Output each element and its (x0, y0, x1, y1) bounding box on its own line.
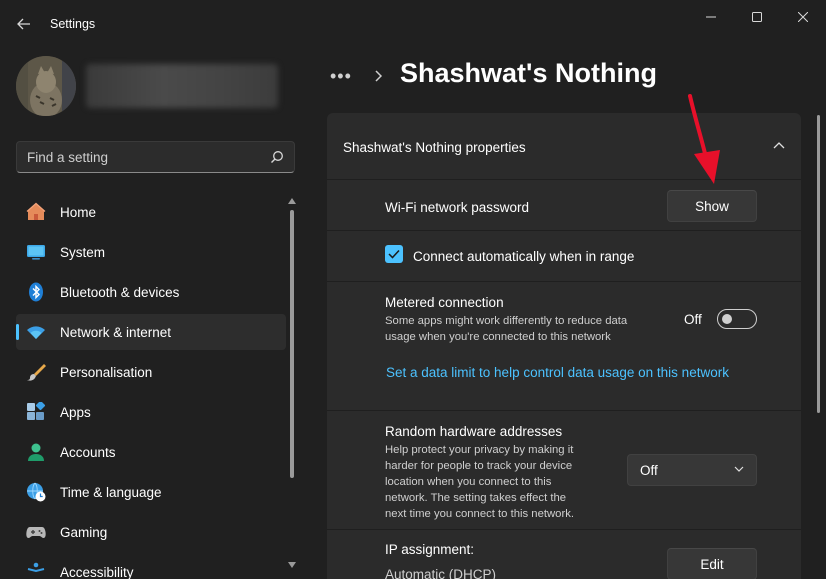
random-hardware-desc-4: network. The setting takes effect the (385, 492, 567, 504)
sidebar-item-label: Personalisation (60, 365, 153, 380)
sidebar-item-label: Apps (60, 405, 91, 420)
chevron-down-icon (734, 466, 744, 472)
profile-name-redacted (86, 64, 278, 108)
metered-connection-desc-1: Some apps might work differently to redu… (385, 315, 628, 327)
network-properties-panel: Shashwat's Nothing properties Wi-Fi netw… (327, 113, 801, 579)
sidebar-item-network[interactable]: Network & internet (16, 314, 286, 350)
bluetooth-icon (29, 282, 43, 302)
avatar-picture-icon (16, 56, 76, 116)
sidebar-item-accessibility[interactable]: Accessibility (16, 554, 286, 579)
accessibility-icon (27, 562, 45, 573)
sidebar-item-accounts[interactable]: Accounts (16, 434, 286, 470)
metered-connection-row: Metered connection Some apps might work … (327, 283, 801, 411)
minimize-button[interactable] (688, 6, 734, 28)
brush-icon (27, 364, 46, 381)
properties-section-title: Shashwat's Nothing properties (343, 140, 526, 155)
metered-connection-desc-2: usage when you're connected to this netw… (385, 331, 611, 343)
random-hardware-addresses-row: Random hardware addresses Help protect y… (327, 412, 801, 530)
random-hardware-desc-1: Help protect your privacy by making it (385, 444, 574, 456)
close-icon (798, 12, 808, 22)
home-icon (26, 202, 46, 220)
wifi-password-label: Wi-Fi network password (385, 200, 530, 215)
maximize-button[interactable] (734, 6, 780, 28)
data-limit-link[interactable]: Set a data limit to help control data us… (386, 365, 729, 380)
show-password-button[interactable]: Show (667, 190, 757, 222)
metered-connection-toggle[interactable] (717, 309, 757, 329)
annotation-arrow-icon (688, 94, 720, 184)
globe-clock-icon (27, 482, 46, 502)
random-hardware-desc-5: next time you connect to this network. (385, 508, 575, 520)
chevron-right-icon (375, 70, 383, 82)
sidebar-item-label: Home (60, 205, 97, 220)
sidebar-item-label: Time & language (60, 485, 162, 500)
random-hardware-selected: Off (640, 463, 658, 478)
ip-assignment-value: Automatic (DHCP) (385, 567, 497, 579)
sidebar-item-apps[interactable]: Apps (16, 394, 286, 430)
sidebar-item-label: Network & internet (60, 325, 172, 340)
sidebar-nav: Home System Bluetooth & devices Network … (16, 194, 286, 579)
connect-automatically-row: Connect automatically when in range (327, 232, 801, 282)
sidebar-item-bluetooth[interactable]: Bluetooth & devices (16, 274, 286, 310)
search-input[interactable]: Find a setting (27, 150, 108, 165)
random-hardware-desc-3: location when you connect to this (385, 476, 552, 488)
chevron-up-icon[interactable] (773, 141, 785, 151)
sidebar-item-gaming[interactable]: Gaming (16, 514, 286, 550)
metered-connection-label: Metered connection (385, 295, 504, 310)
sidebar-item-label: Accessibility (60, 565, 134, 579)
connect-automatically-label: Connect automatically when in range (413, 249, 635, 264)
search-icon[interactable] (270, 150, 284, 164)
close-button[interactable] (780, 6, 826, 28)
sidebar-item-label: Accounts (60, 445, 116, 460)
random-hardware-dropdown[interactable]: Off (627, 454, 757, 486)
accounts-icon (28, 443, 44, 461)
breadcrumb-more-button[interactable]: ••• (330, 66, 352, 87)
search-box[interactable]: Find a setting (16, 141, 295, 173)
sidebar-item-system[interactable]: System (16, 234, 286, 270)
back-button[interactable] (10, 12, 38, 36)
wifi-password-row: Wi-Fi network password Show (327, 181, 801, 231)
gamepad-icon (26, 527, 46, 538)
connect-automatically-checkbox[interactable] (385, 245, 403, 263)
user-profile (16, 56, 286, 118)
main-scrollbar[interactable] (815, 115, 823, 415)
sidebar-item-home[interactable]: Home (16, 194, 286, 230)
properties-section-header[interactable]: Shashwat's Nothing properties (327, 113, 801, 180)
metered-toggle-state: Off (684, 312, 702, 327)
sidebar-item-label: Bluetooth & devices (60, 285, 180, 300)
main-scroll-thumb[interactable] (817, 115, 820, 413)
checkmark-icon (388, 249, 400, 259)
random-hardware-label: Random hardware addresses (385, 424, 563, 439)
ip-assignment-label: IP assignment: (385, 542, 475, 557)
minimize-icon (706, 16, 716, 18)
sidebar-item-label: System (60, 245, 106, 260)
sidebar-scrollbar[interactable] (288, 196, 298, 568)
page-title: Shashwat's Nothing (400, 58, 657, 88)
scroll-up-icon[interactable] (288, 198, 296, 204)
avatar[interactable] (16, 56, 76, 116)
app-title: Settings (50, 17, 96, 31)
wifi-icon (27, 326, 45, 339)
sidebar-item-label: Gaming (60, 525, 108, 540)
title-bar: Settings (0, 0, 826, 48)
ip-assignment-row: IP assignment: Automatic (DHCP) Edit (327, 531, 801, 579)
scroll-down-icon[interactable] (288, 562, 296, 568)
sidebar-scroll-thumb[interactable] (290, 210, 294, 478)
toggle-knob (722, 314, 732, 324)
sidebar-item-time-language[interactable]: Time & language (16, 474, 286, 510)
maximize-icon (752, 12, 762, 22)
system-icon (27, 245, 45, 260)
apps-icon (27, 402, 46, 420)
sidebar-item-personalisation[interactable]: Personalisation (16, 354, 286, 390)
back-arrow-icon (17, 18, 30, 30)
random-hardware-desc-2: harder for people to track your device (385, 460, 573, 472)
edit-ip-button[interactable]: Edit (667, 548, 757, 579)
